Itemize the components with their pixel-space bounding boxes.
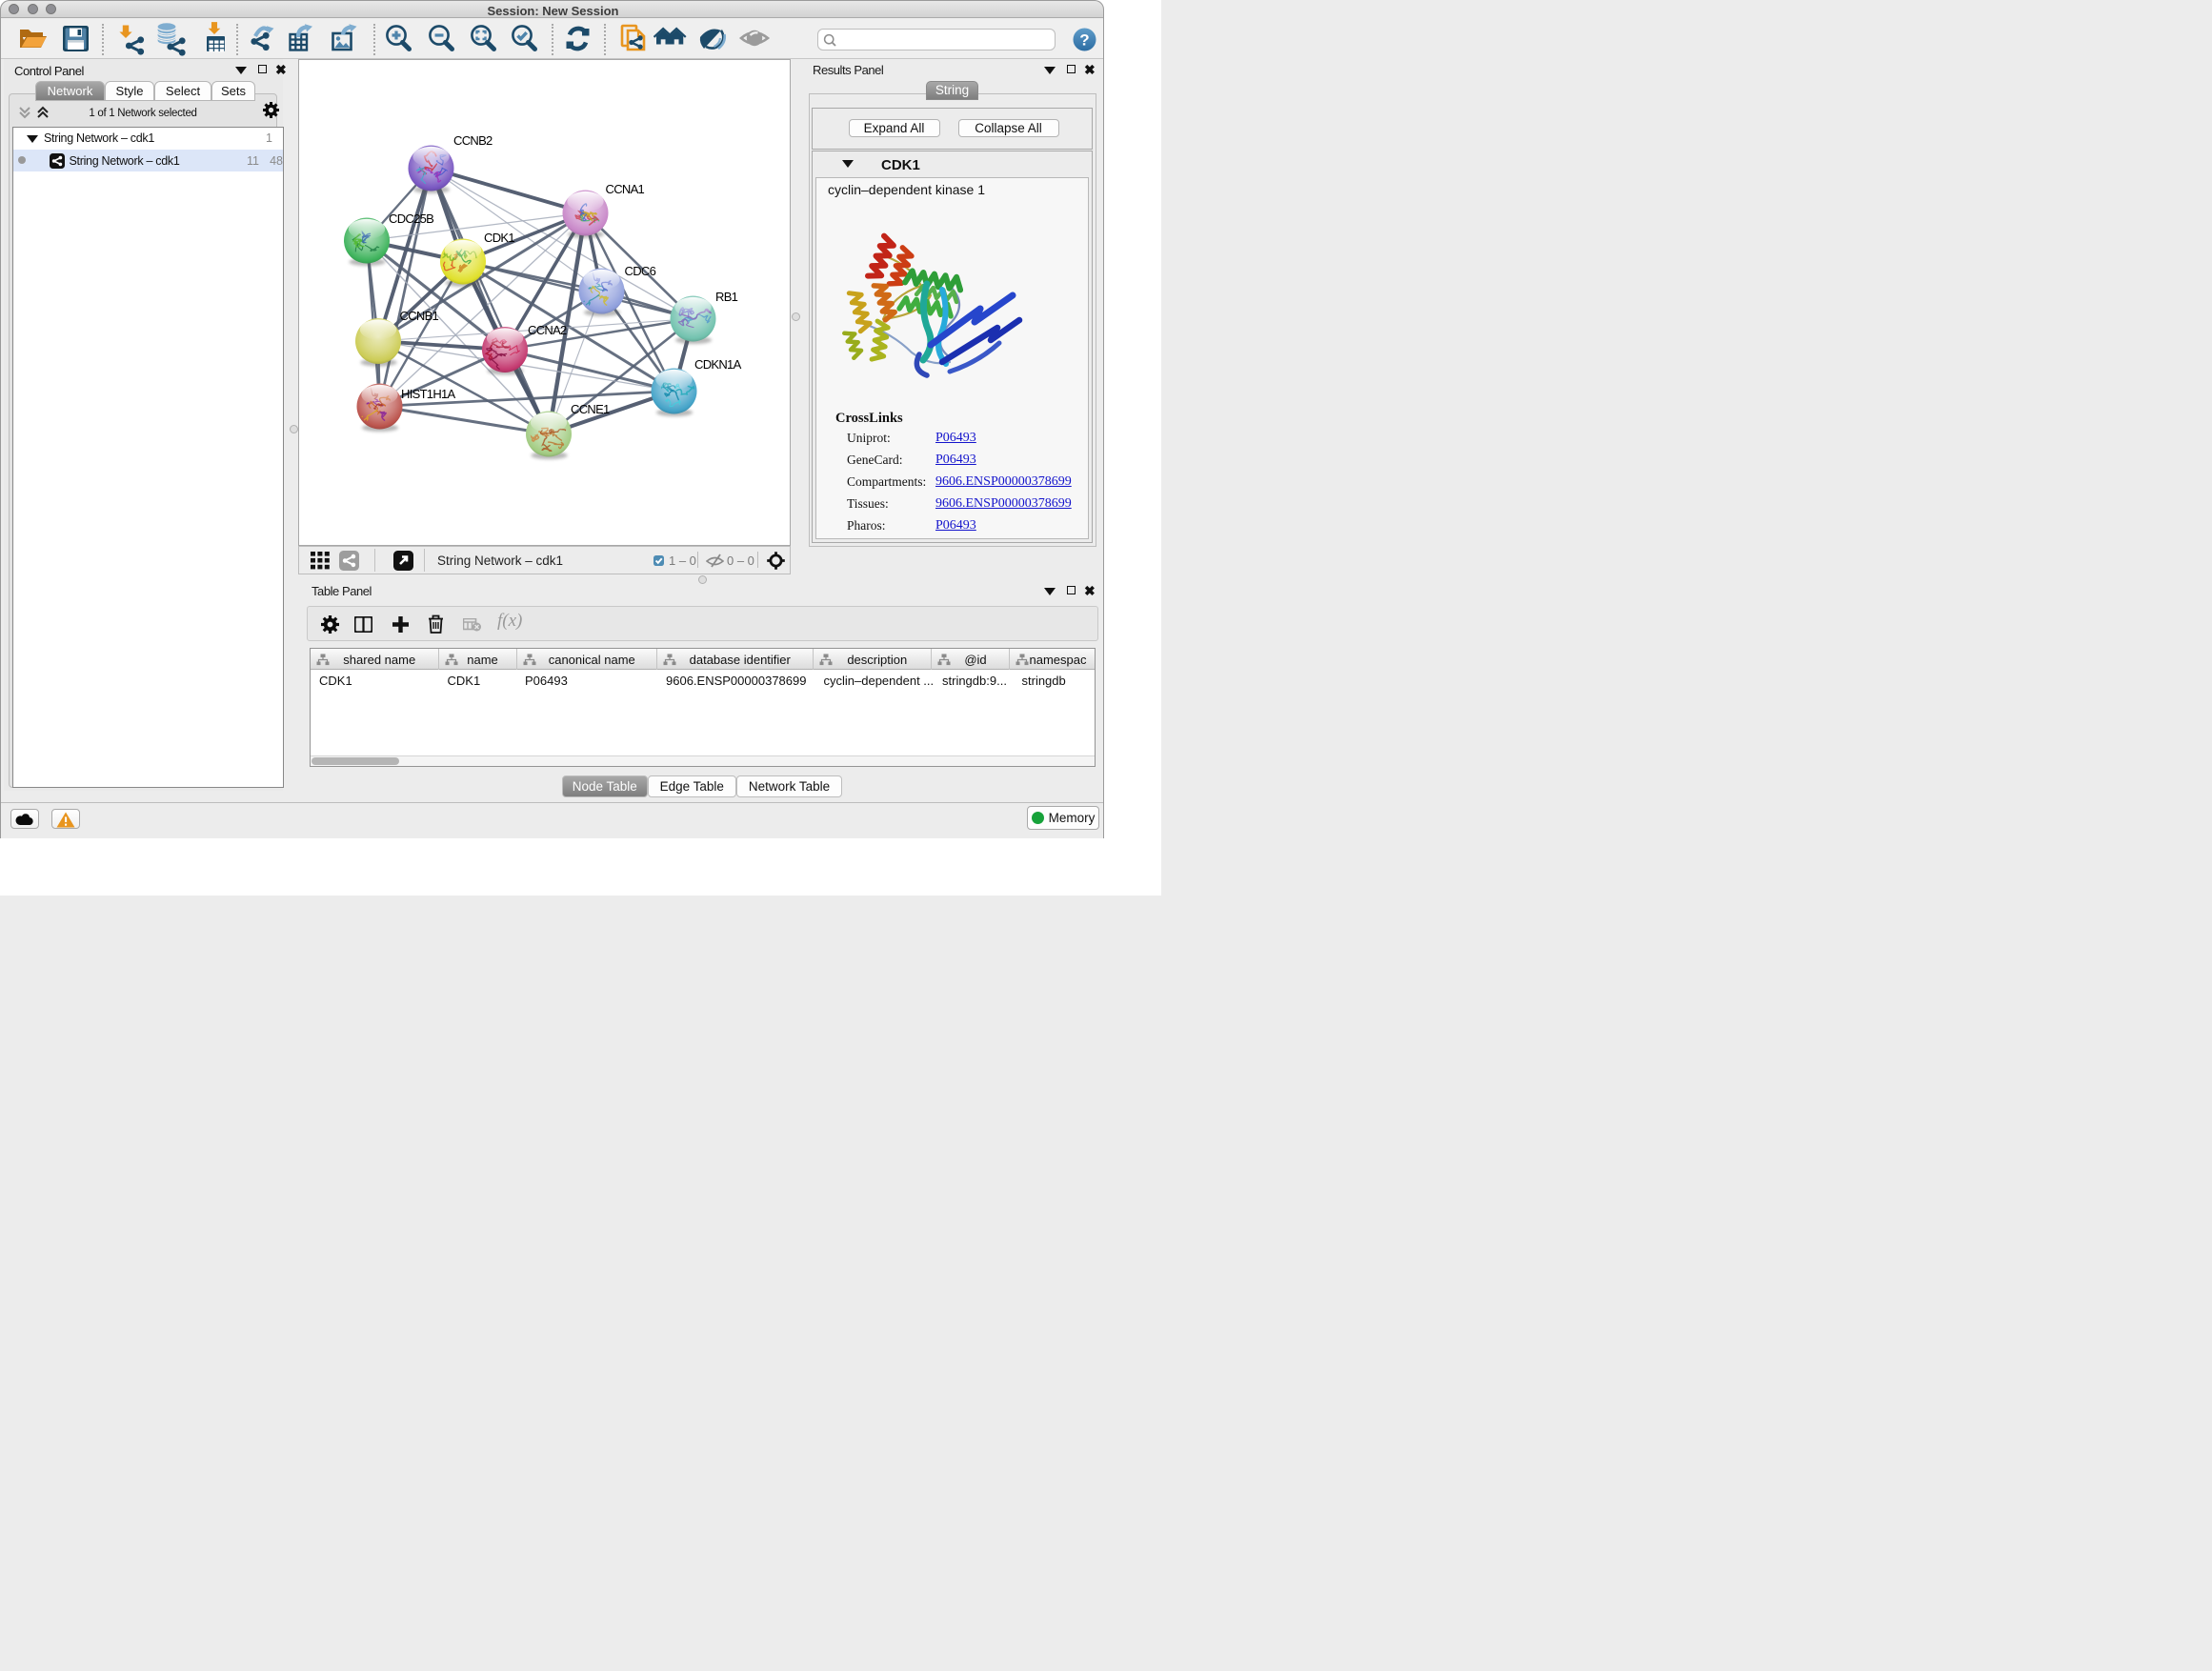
- svg-text:?: ?: [1079, 31, 1089, 50]
